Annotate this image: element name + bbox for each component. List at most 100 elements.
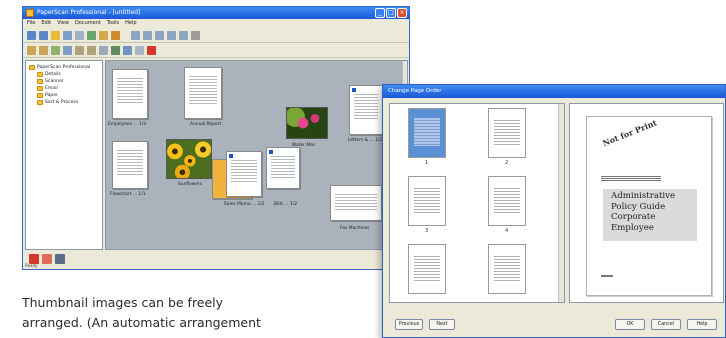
merge-icon[interactable] [75, 45, 84, 55]
next-button[interactable]: Next [429, 319, 455, 330]
screenshot-page: PaperScan Professional - [untitled] _ □ … [0, 0, 726, 338]
folder-icon [37, 93, 43, 98]
selected-badge-icon [351, 87, 357, 93]
save-icon[interactable] [63, 30, 72, 40]
menu-view[interactable]: View [57, 19, 69, 28]
thumbnail[interactable] [112, 69, 148, 119]
print-icon[interactable] [75, 30, 84, 40]
page-thumbnail[interactable] [408, 176, 446, 226]
selected-badge-icon [228, 153, 234, 159]
caption-line: Thumbnail images can be freely [22, 295, 224, 310]
thumbnail-label: Bills ... 1/2 [274, 202, 298, 207]
tree-item[interactable]: Paper [29, 92, 99, 99]
maximize-button[interactable]: □ [386, 8, 396, 18]
delete-icon[interactable] [147, 45, 156, 55]
main-window: PaperScan Professional - [untitled] _ □ … [22, 6, 410, 270]
thumbnail-label: Sunflowers [178, 182, 203, 187]
tree-item[interactable]: Sort & Process [29, 99, 99, 106]
thumbnail-label: Fax Machines [340, 226, 370, 231]
main-window-title: PaperScan Professional - [untitled] [37, 9, 141, 16]
menu-tools[interactable]: Tools [107, 19, 119, 28]
image-icon[interactable] [42, 253, 52, 264]
thumbnail[interactable] [184, 67, 222, 119]
thumbnail-label: Employees ... 1/3 [108, 122, 147, 127]
copy-icon[interactable] [99, 30, 108, 40]
thumbnails-scrollbar[interactable] [558, 104, 564, 302]
paste-icon[interactable] [111, 30, 120, 40]
page-thumbnail-selected[interactable] [408, 108, 446, 158]
page-number: 4 [505, 228, 509, 234]
thumbnail-photo[interactable] [286, 107, 328, 139]
folder-tree: PaperScan Professional Details Scanner E… [25, 60, 103, 250]
view-details-icon[interactable] [179, 30, 188, 40]
thumbnail[interactable] [112, 141, 148, 189]
close-button[interactable]: × [397, 8, 407, 18]
page-number: 1 [425, 160, 429, 166]
printer-icon[interactable] [55, 253, 65, 264]
view-list-icon[interactable] [167, 30, 176, 40]
page-thumbnail[interactable] [408, 244, 446, 294]
view-medium-icon[interactable] [143, 30, 152, 40]
tree-item[interactable]: Details [29, 71, 99, 78]
thumbnail-canvas[interactable]: Employees ... 1/3 Annual Report Water Ma… [105, 60, 408, 250]
tree-item[interactable]: Scanner [29, 78, 99, 85]
rotate-left-icon[interactable] [27, 45, 36, 55]
thumbnail-label: Annual Report [190, 122, 222, 127]
caption-text: Thumbnail images can be freely arranged.… [22, 293, 372, 333]
crop-icon[interactable] [51, 45, 60, 55]
page-preview-pane: Not for Print Administrative Policy Guid… [569, 103, 724, 303]
thumbnail-photo[interactable] [166, 139, 212, 179]
thumbnail[interactable] [330, 185, 382, 221]
preview-header-text [601, 175, 661, 181]
preview-line: Employee [611, 222, 654, 233]
caption-line: arranged. (An automatic arrangement [22, 315, 261, 330]
page-number: 2 [505, 160, 509, 166]
send-icon[interactable] [123, 45, 132, 55]
menu-bar: File Edit View Document Tools Help [23, 19, 409, 28]
tree-item[interactable]: Email [29, 85, 99, 92]
page-thumbnail[interactable] [488, 108, 526, 158]
cancel-button[interactable]: Cancel [651, 319, 681, 330]
back-icon[interactable] [27, 30, 36, 40]
menu-help[interactable]: Help [125, 19, 136, 28]
folder-icon [37, 86, 43, 91]
toolbar-second [23, 43, 409, 58]
menu-file[interactable]: File [27, 19, 35, 28]
ok-button[interactable]: OK [615, 319, 645, 330]
thumbnail-label: Sales Memo ... 1/2 [224, 202, 265, 207]
folder-icon [37, 79, 43, 84]
zoom-icon[interactable] [63, 45, 72, 55]
properties-icon[interactable] [135, 45, 144, 55]
menu-document[interactable]: Document [75, 19, 101, 28]
help-button[interactable]: Help [687, 319, 717, 330]
previous-button[interactable]: Previous [395, 319, 423, 330]
preview-page: Not for Print Administrative Policy Guid… [586, 116, 712, 296]
menu-edit[interactable]: Edit [41, 19, 51, 28]
status-bar: Ready [25, 263, 38, 268]
page-thumbnails-pane[interactable]: 1 2 3 4 [389, 103, 565, 303]
forward-icon[interactable] [39, 30, 48, 40]
app-icon [26, 9, 34, 17]
pdf-icon[interactable] [29, 253, 39, 264]
stamp-icon[interactable] [111, 45, 120, 55]
page-thumbnail[interactable] [488, 176, 526, 226]
page-icon[interactable] [99, 45, 108, 55]
preview-line: Policy Guide [611, 201, 666, 212]
scan-icon[interactable] [87, 30, 96, 40]
selected-badge-icon [268, 149, 274, 155]
tree-root[interactable]: PaperScan Professional [29, 64, 99, 71]
open-folder-icon[interactable] [51, 30, 60, 40]
minimize-button[interactable]: _ [375, 8, 385, 18]
view-large-icon[interactable] [131, 30, 140, 40]
sort-icon[interactable] [191, 30, 200, 40]
view-small-icon[interactable] [155, 30, 164, 40]
preview-title-box: Administrative Policy Guide Corporate Em… [603, 189, 697, 241]
main-window-titlebar[interactable]: PaperScan Professional - [untitled] _ □ … [23, 7, 409, 19]
dialog-titlebar[interactable]: Change Page Order [383, 85, 725, 98]
page-number: 3 [425, 228, 429, 234]
split-icon[interactable] [87, 45, 96, 55]
preview-line: Administrative [611, 191, 676, 201]
page-order-dialog: Change Page Order 1 2 3 4 Not for Print … [382, 84, 726, 338]
page-thumbnail[interactable] [488, 244, 526, 294]
rotate-right-icon[interactable] [39, 45, 48, 55]
